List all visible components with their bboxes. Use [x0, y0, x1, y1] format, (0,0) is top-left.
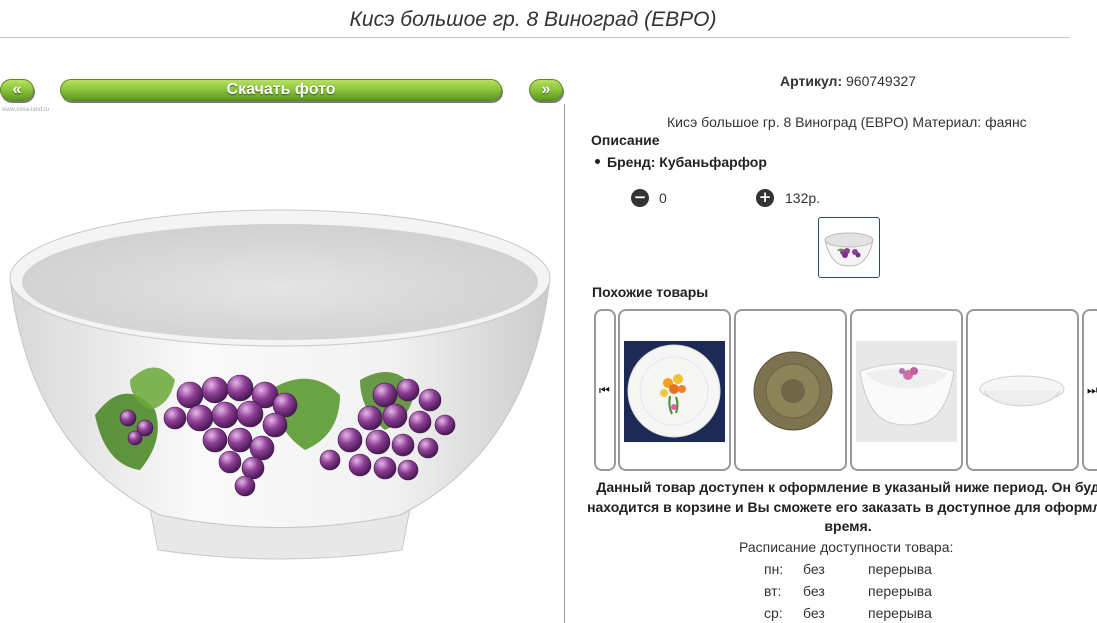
schedule-value: без: [803, 561, 825, 577]
schedule-title: Расписание доступности товара:: [739, 539, 954, 555]
similar-product-card[interactable]: [966, 309, 1079, 471]
carousel-next-button[interactable]: ⏭: [1082, 309, 1097, 471]
article-label: Артикул:: [780, 73, 843, 89]
description-heading: Описание: [591, 132, 660, 148]
bullet-icon: [595, 158, 600, 164]
minus-icon[interactable]: −: [631, 189, 649, 207]
schedule-value: перерыва: [868, 583, 932, 599]
schedule-day: пн:: [764, 561, 784, 577]
brand-item: Бренд: Кубаньфарфор: [595, 154, 767, 170]
quantity-value: 0: [659, 190, 667, 206]
notice-line: Данный товар доступен к оформление в ука…: [596, 479, 1097, 495]
product-main-image[interactable]: [0, 190, 560, 580]
square-bowl-image: [856, 341, 957, 442]
brand-label: Бренд: Кубаньфарфор: [607, 154, 767, 170]
schedule-row: пн: без перерыва: [764, 561, 984, 579]
skip-back-icon: ⏮: [599, 383, 610, 397]
schedule-value: перерыва: [868, 605, 932, 621]
similar-product-card[interactable]: [734, 309, 847, 471]
skip-forward-icon: ⏭: [1087, 383, 1097, 397]
watermark: www.sima-land.ru: [2, 107, 50, 113]
glass-plate-image: [740, 341, 841, 442]
similar-product-card[interactable]: [850, 309, 963, 471]
schedule-value: без: [803, 605, 825, 621]
schedule-day: ср:: [764, 605, 783, 621]
product-thumbnail[interactable]: [818, 217, 880, 278]
similar-product-card[interactable]: [618, 309, 731, 471]
article-value: 960749327: [846, 73, 917, 89]
schedule-row: ср: без перерыва: [764, 605, 984, 623]
similar-products-heading: Похожие товары: [592, 284, 709, 300]
title-divider: [0, 37, 1070, 38]
schedule-value: без: [803, 583, 825, 599]
notice-line: время.: [824, 518, 872, 534]
carousel-prev-button[interactable]: ⏮: [594, 309, 616, 471]
flower-plate-image: [624, 341, 725, 442]
product-description: Кисэ большое гр. 8 Виноград (ЕВРО) Матер…: [667, 114, 1027, 130]
download-photo-button[interactable]: Скачать фото: [60, 79, 502, 101]
column-divider: [564, 104, 565, 623]
price: 132р.: [785, 190, 821, 206]
plus-icon[interactable]: +: [756, 189, 774, 207]
schedule-value: перерыва: [868, 561, 932, 577]
page-title: Кисэ большое гр. 8 Виноград (ЕВРО): [349, 8, 717, 31]
notice-line: находится в корзине и Вы сможете его зак…: [587, 498, 1097, 515]
availability-notice: Данный товар доступен к оформление в ука…: [568, 478, 1097, 537]
schedule-day: вт:: [764, 583, 782, 599]
next-photo-button[interactable]: »: [529, 79, 563, 101]
shallow-bowl-image: [972, 341, 1073, 442]
schedule-row: вт: без перерыва: [764, 583, 984, 601]
prev-photo-button[interactable]: «: [0, 79, 34, 101]
article-number: Артикул: 960749327: [780, 73, 916, 89]
